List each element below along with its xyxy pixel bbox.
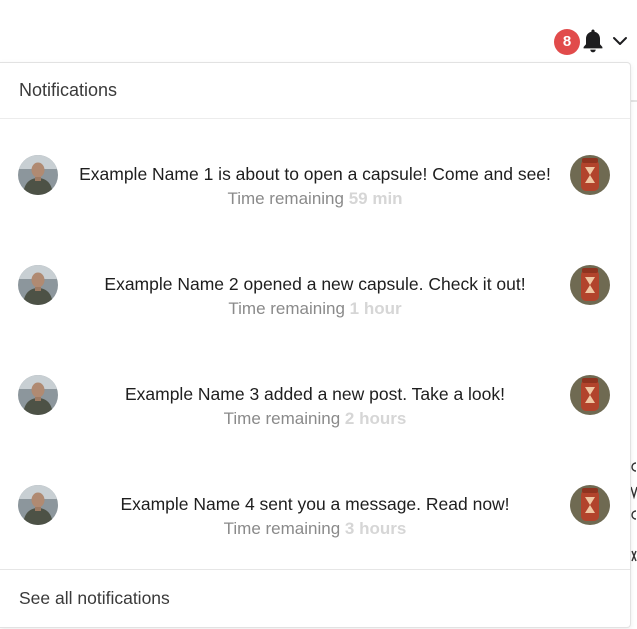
- notification-message: Example Name 2 opened a new capsule. Che…: [104, 274, 526, 294]
- capsule-icon: [570, 265, 610, 305]
- capsule-icon: [570, 485, 610, 525]
- notification-message: Example Name 4 sent you a message. Read …: [120, 494, 510, 514]
- notification-item[interactable]: Example Name 3 added a new post. Take a …: [0, 339, 630, 449]
- top-navbar: 8: [0, 0, 637, 62]
- notification-time: Time remaining 1 hour: [70, 298, 560, 320]
- notification-list: Example Name 1 is about to open a capsul…: [0, 119, 630, 570]
- avatar: [18, 485, 58, 525]
- capsule-icon: [570, 375, 610, 415]
- notification-text: Example Name 1 is about to open a capsul…: [70, 163, 560, 210]
- notification-count-badge[interactable]: 8: [554, 29, 580, 55]
- time-prefix: Time remaining: [227, 189, 344, 208]
- dropdown-header: Notifications: [0, 63, 630, 119]
- notification-time: Time remaining 2 hours: [70, 408, 560, 430]
- dropdown-title: Notifications: [19, 80, 118, 100]
- notification-time: Time remaining 3 hours: [70, 518, 560, 540]
- notification-item[interactable]: Example Name 2 opened a new capsule. Che…: [0, 229, 630, 339]
- time-remaining-value: 59 min: [348, 189, 403, 208]
- time-remaining-value: 2 hours: [344, 409, 407, 428]
- see-all-label: See all notifications: [19, 588, 170, 608]
- page: 8 Notifications Example Name 1 is about …: [0, 0, 637, 629]
- chevron-down-icon[interactable]: [612, 34, 628, 48]
- notification-time: Time remaining 59 min: [70, 188, 560, 210]
- capsule-icon: [570, 155, 610, 195]
- time-prefix: Time remaining: [223, 409, 341, 428]
- bell-icon[interactable]: [581, 28, 605, 54]
- avatar: [18, 155, 58, 195]
- notification-item[interactable]: Example Name 4 sent you a message. Read …: [0, 449, 630, 559]
- background-divider: [631, 100, 637, 102]
- notification-text: Example Name 4 sent you a message. Read …: [70, 493, 560, 540]
- time-prefix: Time remaining: [223, 519, 341, 538]
- notification-message: Example Name 3 added a new post. Take a …: [124, 384, 506, 404]
- avatar: [18, 265, 58, 305]
- time-prefix: Time remaining: [228, 299, 345, 318]
- avatar: [18, 375, 58, 415]
- time-remaining-value: 1 hour: [349, 299, 402, 318]
- notification-text: Example Name 2 opened a new capsule. Che…: [70, 273, 560, 320]
- notifications-dropdown: Notifications Example Name 1 is about to…: [0, 62, 631, 628]
- notification-message: Example Name 1 is about to open a capsul…: [79, 164, 551, 184]
- background-page-fragment: [630, 462, 637, 562]
- see-all-notifications-link[interactable]: See all notifications: [0, 569, 630, 627]
- notification-item[interactable]: Example Name 1 is about to open a capsul…: [0, 119, 630, 229]
- time-remaining-value: 3 hours: [344, 519, 407, 538]
- notification-text: Example Name 3 added a new post. Take a …: [70, 383, 560, 430]
